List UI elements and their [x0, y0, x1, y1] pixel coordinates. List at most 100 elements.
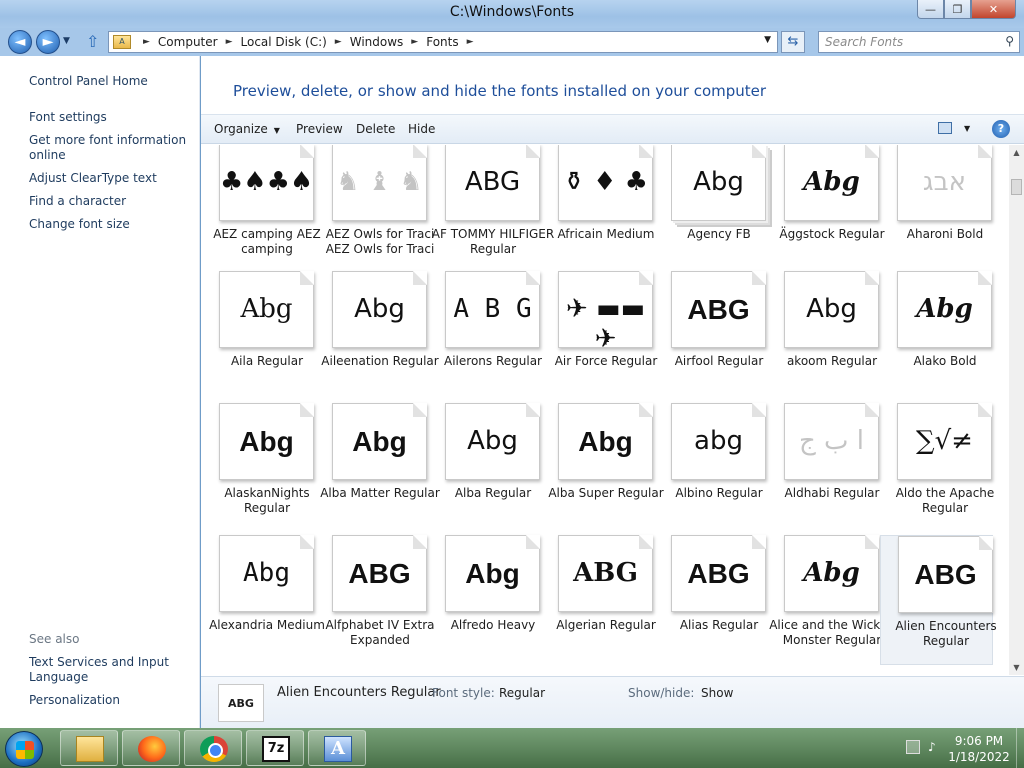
font-preview-thumbnail[interactable]: ♣♠♣♠	[219, 145, 314, 221]
breadcrumb-separator-icon[interactable]: ►	[226, 37, 233, 47]
font-tile[interactable]: Abg Alba Matter Regular	[315, 403, 440, 533]
clock-time[interactable]: 9:06 PM	[944, 734, 1014, 748]
preview-button[interactable]: Preview	[296, 122, 343, 136]
font-preview-thumbnail[interactable]: Abg	[219, 535, 314, 612]
font-tile[interactable]: Abg Alba Super Regular	[541, 403, 664, 533]
network-icon[interactable]	[906, 740, 920, 754]
control-panel-home-link[interactable]: Control Panel Home	[29, 74, 189, 89]
breadcrumb-computer[interactable]: Computer	[158, 35, 218, 49]
font-tile[interactable]: ABG Airfool Regular	[654, 271, 767, 401]
font-tile[interactable]: abg Albino Regular	[654, 403, 767, 533]
font-tile[interactable]: אבג Aharoni Bold	[880, 145, 993, 274]
scrollbar-thumb[interactable]	[1011, 179, 1022, 195]
font-preview-thumbnail[interactable]: A B G	[445, 271, 540, 348]
personalization-link[interactable]: Personalization	[29, 693, 189, 708]
breadcrumb-separator-icon[interactable]: ►	[335, 37, 342, 47]
font-tile[interactable]: A B G Ailerons Regular	[428, 271, 542, 401]
font-preview-thumbnail[interactable]: Abg	[445, 403, 540, 480]
font-tile[interactable]: Abg Aileenation Regular	[315, 271, 439, 401]
view-options-dropdown-icon[interactable]: ▼	[964, 124, 970, 133]
organize-button[interactable]: Organize ▼	[214, 122, 280, 136]
font-tile[interactable]: Abg Aila Regular	[202, 271, 315, 401]
breadcrumb-separator-icon[interactable]: ►	[467, 37, 474, 47]
font-tile[interactable]: ♣♠♣♠ AEZ camping AEZ camping	[202, 145, 321, 274]
recent-pages-dropdown-icon[interactable]: ▼	[63, 36, 70, 46]
volume-icon[interactable]: ♪	[928, 740, 936, 754]
vertical-scrollbar[interactable]: ▲ ▼	[1009, 145, 1024, 675]
font-tile[interactable]: Abg Alexandria Medium	[202, 535, 325, 665]
font-preview-thumbnail[interactable]: Abg	[897, 271, 992, 348]
font-preview-thumbnail[interactable]: ∑√≠	[897, 403, 992, 480]
font-preview-thumbnail[interactable]: ABG	[332, 535, 427, 612]
font-preview-thumbnail[interactable]: Abg	[445, 535, 540, 612]
adjust-cleartype-link[interactable]: Adjust ClearType text	[29, 171, 189, 186]
scroll-down-icon[interactable]: ▼	[1009, 660, 1024, 675]
breadcrumb-fonts[interactable]: Fonts	[426, 35, 458, 49]
taskbar-chrome-button[interactable]	[184, 730, 242, 766]
font-tile[interactable]: Abg Alba Regular	[428, 403, 541, 533]
address-dropdown-icon[interactable]: ▼	[764, 35, 771, 45]
font-preview-thumbnail[interactable]: ✈ ▬▬ ✈	[558, 271, 653, 354]
font-tile[interactable]: ♞ ♝ ♞ AEZ Owls for Traci AEZ Owls for Tra…	[315, 145, 434, 274]
up-folder-icon[interactable]: ⇧	[86, 32, 99, 51]
search-icon[interactable]: ⚲	[1005, 34, 1014, 48]
font-preview-thumbnail[interactable]: Abg	[671, 145, 766, 221]
font-tile[interactable]: Abg Agency FB	[654, 145, 767, 274]
change-font-size-link[interactable]: Change font size	[29, 217, 189, 232]
font-tile[interactable]: Abg AlaskanNights Regular	[202, 403, 315, 533]
font-tile[interactable]: Abg akoom Regular	[767, 271, 880, 401]
search-input[interactable]: Search Fonts ⚲	[818, 31, 1020, 53]
font-tile[interactable]: ✈ ▬▬ ✈ Air Force Regular	[541, 271, 657, 401]
font-preview-thumbnail[interactable]: Abg	[219, 271, 314, 348]
font-tile[interactable]: ABG Alias Regular	[654, 535, 767, 665]
font-preview-thumbnail[interactable]: ABG	[445, 145, 540, 221]
find-character-link[interactable]: Find a character	[29, 194, 189, 209]
font-tile[interactable]: Abg Alice and the Wicked Monster Regular	[767, 535, 895, 665]
font-preview-thumbnail[interactable]: ABG	[671, 535, 766, 612]
taskbar-7zip-button[interactable]: 7z	[246, 730, 304, 766]
refresh-button[interactable]: ⇆	[781, 31, 805, 53]
font-preview-thumbnail[interactable]: Abg	[784, 271, 879, 348]
breadcrumb-separator-icon[interactable]: ►	[143, 37, 150, 47]
minimize-button[interactable]: —	[917, 0, 944, 19]
font-preview-thumbnail[interactable]: ABG	[558, 535, 653, 612]
breadcrumb-local-disk[interactable]: Local Disk (C:)	[241, 35, 327, 49]
start-button[interactable]	[5, 731, 43, 767]
font-tile[interactable]: ⚱ ♦ ♣ Africain Medium	[541, 145, 654, 274]
taskbar-firefox-button[interactable]	[122, 730, 180, 766]
font-preview-thumbnail[interactable]: ا ب ج	[784, 403, 879, 480]
show-desktop-button[interactable]	[1016, 728, 1024, 768]
font-preview-thumbnail[interactable]: ABG	[898, 536, 993, 613]
font-tile[interactable]: ABG Algerian Regular	[541, 535, 656, 665]
taskbar-explorer-button[interactable]	[60, 730, 118, 766]
change-view-icon[interactable]	[938, 122, 952, 134]
font-preview-thumbnail[interactable]: Abg	[558, 403, 653, 480]
font-tile[interactable]: ABG Alien Encounters Regular	[880, 535, 997, 665]
breadcrumb-windows[interactable]: Windows	[350, 35, 404, 49]
taskbar-fontviewer-button[interactable]: A	[308, 730, 366, 766]
font-preview-thumbnail[interactable]: Abg	[332, 271, 427, 348]
scroll-up-icon[interactable]: ▲	[1009, 145, 1024, 160]
font-preview-thumbnail[interactable]: ♞ ♝ ♞	[332, 145, 427, 221]
font-settings-link[interactable]: Font settings	[29, 110, 189, 125]
help-icon[interactable]: ?	[992, 120, 1010, 138]
address-bar[interactable]: A ► Computer ► Local Disk (C:) ► Windows…	[108, 31, 778, 53]
breadcrumb-separator-icon[interactable]: ►	[411, 37, 418, 47]
font-tile[interactable]: ABG AF TOMMY HILFIGER Regular	[428, 145, 554, 274]
font-tile[interactable]: ∑√≠ Aldo the Apache Regular	[880, 403, 994, 533]
font-preview-thumbnail[interactable]: Abg	[219, 403, 314, 480]
text-services-link[interactable]: Text Services and Input Language	[29, 655, 189, 685]
font-preview-thumbnail[interactable]: Abg	[784, 535, 879, 612]
font-preview-thumbnail[interactable]: Abg	[332, 403, 427, 480]
maximize-button[interactable]: ❐	[944, 0, 971, 19]
font-preview-thumbnail[interactable]: אבג	[897, 145, 992, 221]
hide-button[interactable]: Hide	[408, 122, 435, 136]
font-tile[interactable]: Abg Alako Bold	[880, 271, 993, 401]
clock-date[interactable]: 1/18/2022	[944, 750, 1014, 764]
close-button[interactable]: ✕	[971, 0, 1016, 19]
font-tile[interactable]: Abg Alfredo Heavy	[428, 535, 541, 665]
forward-button[interactable]: ►	[36, 30, 60, 54]
font-preview-thumbnail[interactable]: Abg	[784, 145, 879, 221]
font-tile[interactable]: Abg Äggstock Regular	[767, 145, 885, 274]
font-tile[interactable]: ا ب ج Aldhabi Regular	[767, 403, 880, 533]
